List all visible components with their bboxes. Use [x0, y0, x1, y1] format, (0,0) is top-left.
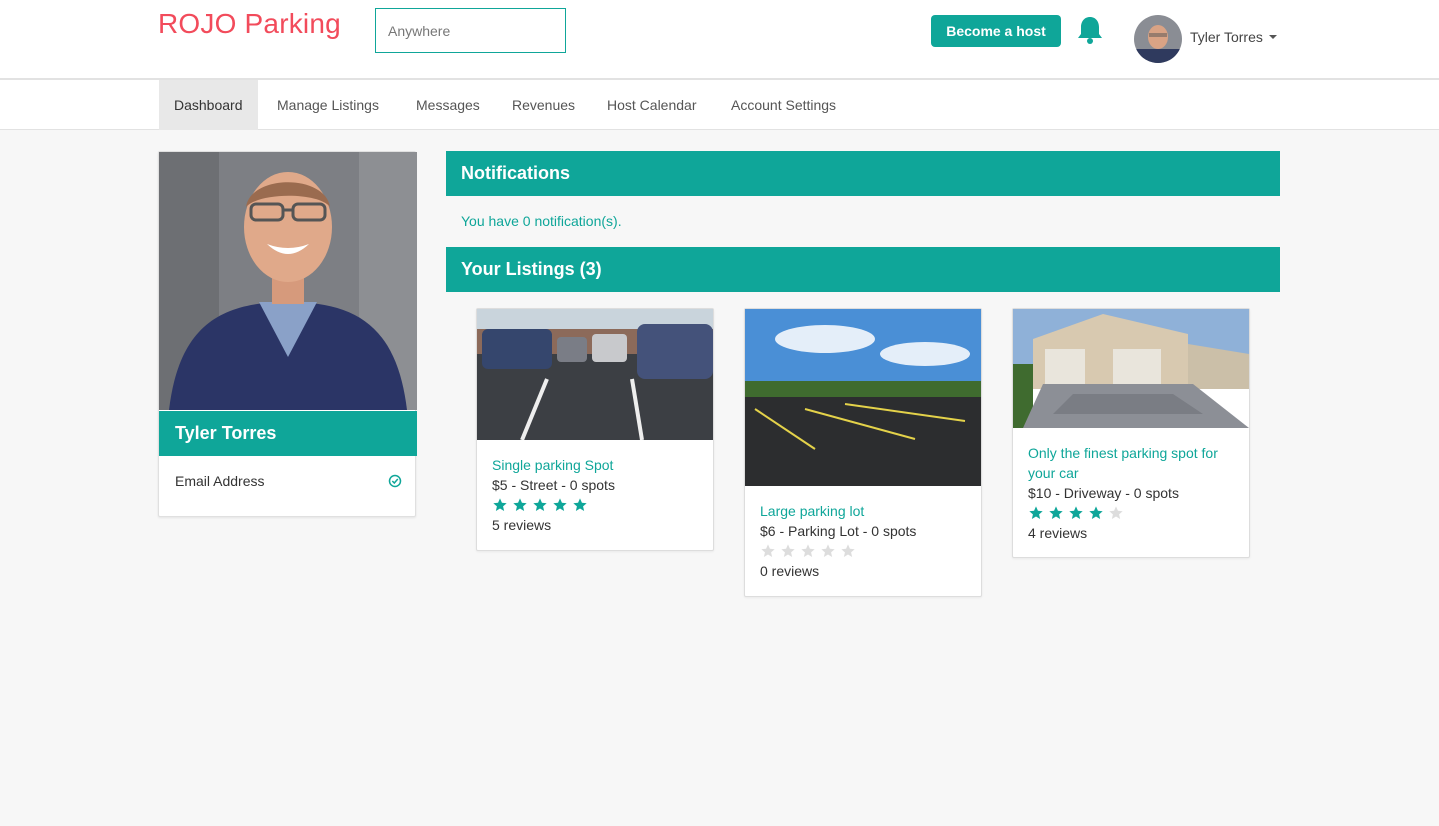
star-filled-icon [1048, 505, 1064, 521]
star-empty-icon [760, 543, 776, 559]
notifications-header: Notifications [446, 151, 1280, 196]
brand-logo[interactable]: ROJO Parking [158, 8, 341, 40]
user-menu-dropdown[interactable]: Tyler Torres [1190, 29, 1277, 45]
listing-title[interactable]: Single parking Spot [492, 455, 698, 475]
star-empty-icon [1108, 505, 1124, 521]
verified-check-icon [388, 474, 402, 488]
listing-title[interactable]: Large parking lot [760, 501, 966, 521]
star-filled-icon [1028, 505, 1044, 521]
listing-meta: $10 - Driveway - 0 spots [1028, 485, 1179, 501]
star-filled-icon [572, 497, 588, 513]
notifications-text: You have 0 notification(s). [461, 213, 622, 229]
tab-revenues[interactable]: Revenues [497, 80, 590, 130]
listing-card[interactable]: Only the finest parking spot for your ca… [1012, 308, 1250, 558]
star-filled-icon [1068, 505, 1084, 521]
email-address-label: Email Address [175, 473, 265, 489]
star-filled-icon [512, 497, 528, 513]
listing-reviews: 4 reviews [1028, 525, 1088, 541]
become-host-button[interactable]: Become a host [931, 15, 1061, 47]
listing-reviews: 0 reviews [760, 563, 820, 579]
tab-account-settings[interactable]: Account Settings [716, 80, 851, 130]
caret-down-icon [1268, 35, 1277, 39]
star-empty-icon [800, 543, 816, 559]
profile-card: Tyler Torres Email Address [158, 151, 417, 517]
avatar[interactable] [1134, 15, 1182, 63]
tab-host-calendar[interactable]: Host Calendar [592, 80, 712, 130]
listing-image [745, 309, 981, 486]
star-rating [492, 497, 698, 515]
star-empty-icon [780, 543, 796, 559]
listing-meta: $6 - Parking Lot - 0 spots [760, 523, 917, 539]
top-header: ROJO Parking Become a host Tyler Torres [0, 0, 1439, 79]
listing-title[interactable]: Only the finest parking spot for your ca… [1028, 443, 1234, 483]
listing-image [477, 309, 713, 440]
tab-dashboard[interactable]: Dashboard [159, 80, 258, 130]
profile-name: Tyler Torres [159, 411, 417, 456]
listing-meta: $5 - Street - 0 spots [492, 477, 615, 493]
listings-header: Your Listings (3) [446, 247, 1280, 292]
star-filled-icon [552, 497, 568, 513]
star-rating [760, 543, 966, 561]
user-name: Tyler Torres [1190, 29, 1263, 45]
listing-card[interactable]: Large parking lot $6 - Parking Lot - 0 s… [744, 308, 982, 597]
tab-messages[interactable]: Messages [401, 80, 495, 130]
listing-reviews: 5 reviews [492, 517, 552, 533]
dashboard-nav: Dashboard Manage Listings Messages Reven… [0, 79, 1439, 130]
bell-icon[interactable] [1076, 15, 1104, 45]
listing-card[interactable]: Single parking Spot $5 - Street - 0 spot… [476, 308, 714, 551]
star-filled-icon [492, 497, 508, 513]
tab-manage-listings[interactable]: Manage Listings [262, 80, 394, 130]
star-filled-icon [1088, 505, 1104, 521]
star-rating [1028, 505, 1234, 523]
listing-image [1013, 309, 1249, 428]
star-empty-icon [840, 543, 856, 559]
star-filled-icon [532, 497, 548, 513]
search-input[interactable] [375, 8, 566, 53]
profile-photo [159, 152, 417, 410]
star-empty-icon [820, 543, 836, 559]
